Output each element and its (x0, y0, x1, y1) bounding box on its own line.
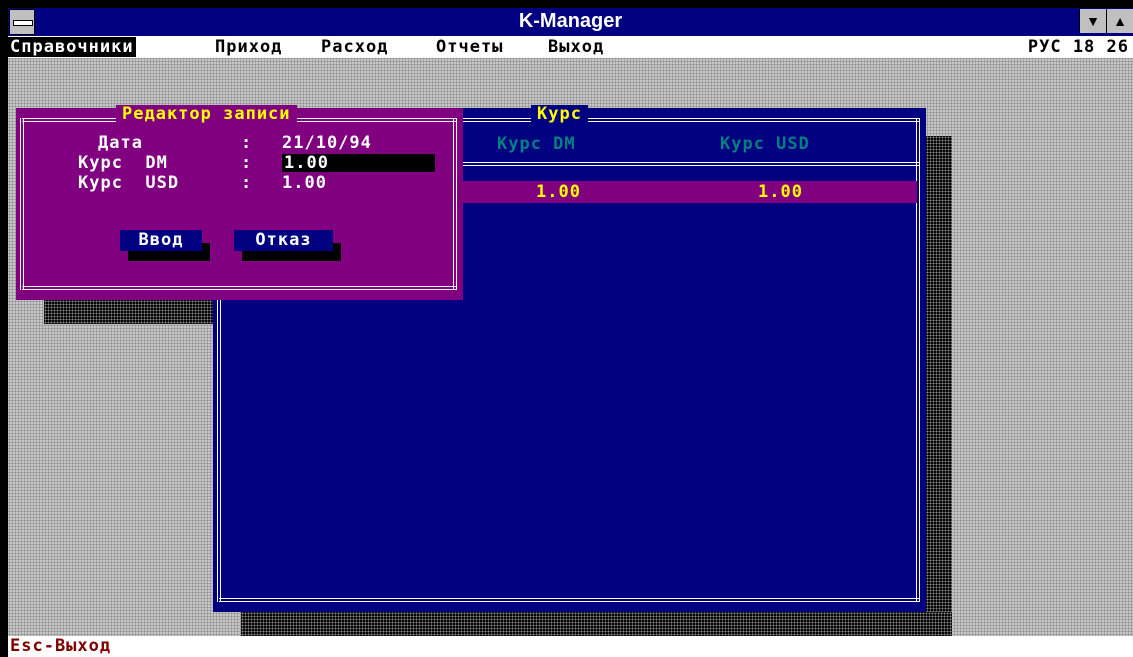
kurs-window-shadow-right (926, 136, 952, 636)
editor-right-border (453, 118, 457, 290)
menu-item-prikhod[interactable]: Приход (213, 37, 284, 57)
menu-item-raskhod[interactable]: Расход (319, 37, 390, 57)
kurs-window-title: Курс (531, 105, 588, 123)
menu-bar: Справочники Приход Расход Отчеты Выход Р… (8, 36, 1133, 58)
field-label-kurs-dm: Курс DM (78, 153, 168, 173)
field-label-kurs-usd: Курс USD (78, 173, 180, 193)
keyboard-layout-clock: РУС 18 26 (1027, 37, 1129, 57)
status-hint: Esc-Выход (10, 636, 112, 656)
field-sep-kurs-dm: : (241, 153, 253, 173)
menu-item-otchety[interactable]: Отчеты (434, 37, 505, 57)
minimize-icon: ▼ (1086, 13, 1100, 29)
maximize-button[interactable]: ▲ (1106, 9, 1133, 33)
kurs-usd-input[interactable]: 1.00 (282, 174, 327, 192)
kurs-dm-input[interactable]: 1.00 (282, 154, 435, 172)
minimize-button[interactable]: ▼ (1079, 9, 1106, 33)
title-bar: K-Manager ▼ ▲ (8, 8, 1133, 36)
column-header-kurs-dm: Курс DM (497, 134, 576, 154)
screen-frame: K-Manager ▼ ▲ Справочники Приход Расход … (0, 0, 1133, 657)
date-field[interactable]: 21/10/94 (282, 134, 372, 152)
field-label-date: Дата (98, 133, 143, 153)
status-bar: Esc-Выход (8, 636, 1133, 657)
maximize-icon: ▲ (1113, 13, 1127, 29)
editor-title: Редактор записи (116, 105, 297, 123)
editor-left-border (20, 118, 24, 290)
kurs-window-shadow-bottom (241, 612, 952, 636)
menu-item-spravochniki[interactable]: Справочники (8, 37, 136, 57)
field-sep-date: : (241, 133, 253, 153)
cancel-button[interactable]: Отказ (234, 230, 333, 251)
cell-kurs-dm: 1.00 (536, 182, 581, 202)
ok-button[interactable]: Ввод (120, 230, 202, 251)
kurs-bottom-border (219, 598, 920, 602)
cell-kurs-usd: 1.00 (758, 182, 803, 202)
menu-item-vykhod[interactable]: Выход (546, 37, 606, 57)
window-title: K-Manager (518, 10, 623, 32)
editor-bottom-border (22, 286, 457, 290)
field-sep-kurs-usd: : (241, 173, 253, 193)
column-header-kurs-usd: Курс USD (720, 134, 810, 154)
dos-desktop: Справочники Приход Расход Отчеты Выход Р… (8, 36, 1133, 657)
record-editor-dialog: Редактор записи Дата : 21/10/94 Курс DM … (16, 105, 463, 300)
